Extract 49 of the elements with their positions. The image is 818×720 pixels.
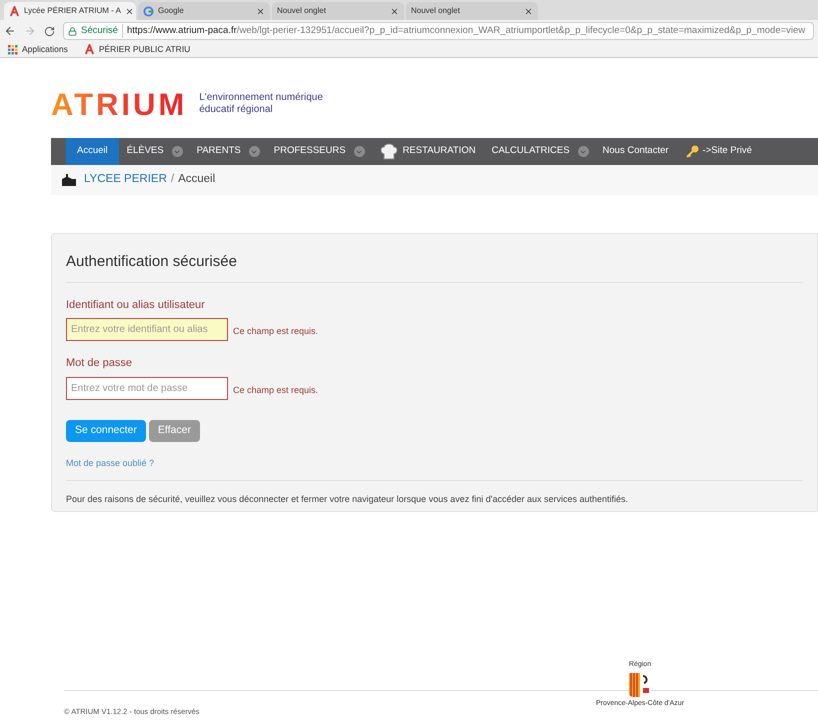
browser-tab[interactable]: Nouvel onglet [272,2,404,20]
url-text: https://www.atrium-paca.fr/web/lgt-perier-132951/accueil?p_p_id=atriumconnexion_WAR_atriumportlet&p_p_lifecycle=0&p_p_state=maximized&p_p_mode=view [126,24,806,38]
key-icon [684,144,699,158]
error-message: Ce champ est requis. [233,384,318,397]
tab-title: Google [158,5,185,17]
tagline-text: éducatif régional [199,104,274,116]
security-notice: Pour des raisons de sécurité, veuillez vous déconnecter et fermer votre navigateur lorsque vous avez fini d'accéder aux services authentifiés. [66,493,630,506]
nav-item[interactable]: PARENTS [188,138,249,165]
tab-title: Lycée PÉRIER ATRIUM - A [24,5,121,17]
panel-title: Authentification sécurisée [66,234,803,282]
chef-hat-icon [378,142,399,162]
close-icon[interactable] [524,6,533,16]
breadcrumb-current: Accueil [178,172,216,188]
apps-grid-icon [8,44,18,54]
browser-tab[interactable]: Google [138,2,270,20]
nav-item[interactable]: PROFESSEURS [266,138,354,165]
field-label: Mot de passe [66,356,134,371]
school-building-icon [62,174,76,186]
reload-icon[interactable] [44,26,55,36]
nav-item[interactable]: ->Site Privé [676,138,760,165]
nav-item[interactable]: Nous Contacter [594,138,677,165]
bookmark-link[interactable]: PÉRIER PUBLIC ATRIU [84,43,190,56]
input-field[interactable]: Entrez votre mot de passe [66,376,228,400]
logo-icon [84,44,95,55]
nav-item[interactable]: RESTAURATION [370,138,484,165]
nav-item[interactable]: Accueil [66,138,119,165]
tab-title: Nouvel onglet [411,5,461,17]
lock-icon [68,26,77,36]
google-icon [143,6,154,16]
nav-item[interactable]: ÉLÈVES [118,138,172,165]
breadcrumb-separator: / [170,172,174,188]
logo-icon [9,6,20,16]
error-message: Ce champ est requis. [233,325,318,338]
bookmark-link[interactable]: Applications [8,43,68,56]
region-coat-of-arms-icon [629,672,651,696]
close-icon[interactable] [390,6,399,16]
back-icon[interactable] [4,25,16,37]
close-icon[interactable] [124,6,134,16]
browser-tab[interactable]: Lycée PÉRIER ATRIUM - A [4,2,136,20]
tab-title: Nouvel onglet [277,5,327,17]
input-field[interactable]: Entrez votre identifiant ou alias [66,318,228,341]
tagline-text: L'environnement numérique [199,92,323,104]
browser-tab[interactable]: Nouvel onglet [406,2,538,20]
secure-label: Sécurisé [81,24,123,38]
address-bar[interactable]: Sécurisé https://www.atrium-paca.fr/web/lgt-perier-132951/accueil?p_p_id=atriumconnexion_WAR_atriumportlet&p_p_lifecycle=0&p_p_state=maximized&p_p_mode=view [63,22,814,40]
field-label: Identifiant ou alias utilisateur [66,298,206,312]
close-icon[interactable] [256,6,265,16]
breadcrumb-link[interactable]: LYCEE PERIER [84,171,167,189]
nav-item[interactable]: CALCULATRICES [484,138,578,165]
